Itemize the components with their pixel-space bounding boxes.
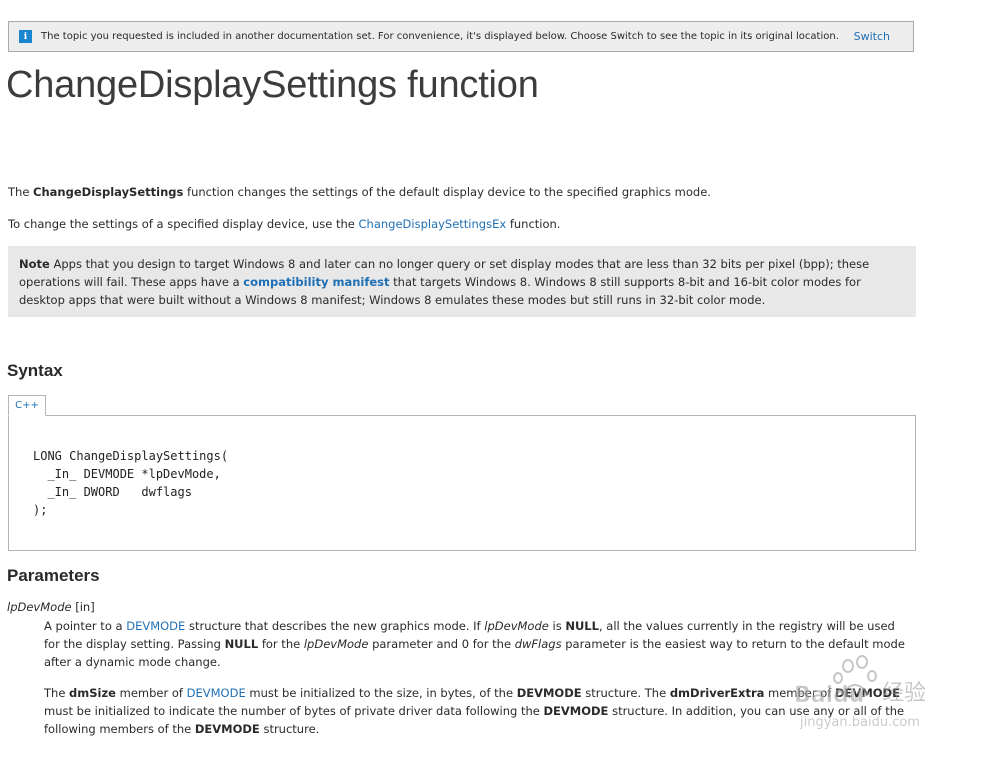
devmode-link[interactable]: DEVMODE bbox=[126, 619, 185, 633]
switch-link[interactable]: Switch bbox=[854, 30, 890, 43]
info-banner: i The topic you requested is included in… bbox=[8, 21, 914, 52]
intro-paragraph-2: To change the settings of a specified di… bbox=[8, 217, 561, 231]
code-text: LONG ChangeDisplaySettings( _In_ DEVMODE… bbox=[33, 449, 229, 517]
devmode-link-2[interactable]: DEVMODE bbox=[187, 686, 246, 700]
parameters-heading: Parameters bbox=[7, 566, 100, 585]
page-title: ChangeDisplaySettings function bbox=[6, 64, 539, 106]
baidu-jingyan-watermark: Baidu 经验 jingyan.baidu.com bbox=[794, 655, 926, 730]
param-description-2: The dmSize member of DEVMODE must be ini… bbox=[44, 686, 905, 736]
watermark-cn: 经验 bbox=[882, 681, 926, 706]
param-name: lpDevMode [in] bbox=[7, 600, 95, 614]
function-name: ChangeDisplaySettings bbox=[33, 185, 184, 199]
watermark-url: jingyan.baidu.com bbox=[799, 715, 920, 730]
info-icon: i bbox=[19, 30, 32, 43]
watermark-brand: Baidu bbox=[794, 683, 865, 708]
note-label: Note bbox=[19, 257, 50, 271]
param-description-1: A pointer to a DEVMODE structure that de… bbox=[44, 619, 905, 669]
code-block: LONG ChangeDisplaySettings( _In_ DEVMODE… bbox=[8, 415, 916, 551]
tab-cpp[interactable]: C++ bbox=[8, 395, 46, 416]
intro-paragraph: The ChangeDisplaySettings function chang… bbox=[8, 185, 711, 199]
compatibility-manifest-link[interactable]: compatibility manifest bbox=[243, 275, 389, 289]
banner-text: The topic you requested is included in a… bbox=[41, 31, 839, 42]
note-box: Note Apps that you design to target Wind… bbox=[8, 246, 916, 317]
changedisplaysettingsex-link[interactable]: ChangeDisplaySettingsEx bbox=[359, 217, 507, 231]
syntax-heading: Syntax bbox=[7, 361, 63, 380]
